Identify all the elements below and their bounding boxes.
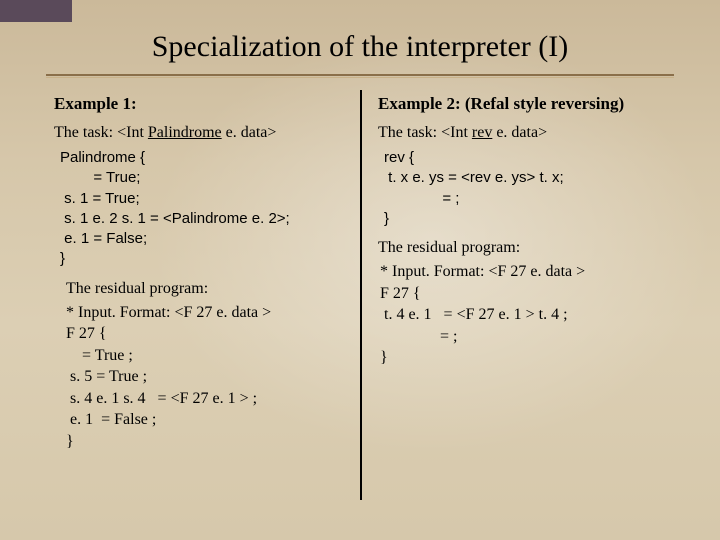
residual-program-1: * Input. Format: <F 27 e. data > F 27 { … [66, 302, 346, 453]
task1-name: Palindrome [148, 124, 222, 141]
heading-example-2: Example 2: (Refal style reversing) [378, 94, 676, 114]
task-example-1: The task: <Int Palindrome e. data> [54, 124, 346, 142]
content-columns: Example 1: The task: <Int Palindrome e. … [46, 88, 674, 500]
task1-prefix: The task: <Int [54, 124, 148, 141]
code-rev: rev { t. x e. ys = <rev e. ys> t. x; = ;… [384, 148, 676, 229]
col-example-2: Example 2: (Refal style reversing) The t… [362, 88, 676, 500]
residual-program-2: * Input. Format: <F 27 e. data > F 27 { … [380, 261, 676, 369]
slide-container: Specialization of the interpreter (I) Ex… [0, 0, 720, 540]
task2-suffix: e. data> [492, 124, 547, 141]
title-divider [46, 74, 674, 78]
task2-prefix: The task: <Int [378, 124, 472, 141]
col-example-1: Example 1: The task: <Int Palindrome e. … [46, 88, 360, 500]
residual-heading-1: The residual program: [66, 280, 346, 298]
heading-example-1: Example 1: [54, 94, 346, 114]
corner-decoration [0, 0, 72, 22]
slide-title: Specialization of the interpreter (I) [46, 30, 674, 64]
task2-name: rev [472, 124, 492, 141]
residual-heading-2: The residual program: [378, 239, 676, 257]
task-example-2: The task: <Int rev e. data> [378, 124, 676, 142]
task1-suffix: e. data> [222, 124, 277, 141]
code-palindrome: Palindrome { = True; s. 1 = True; s. 1 e… [60, 148, 346, 270]
